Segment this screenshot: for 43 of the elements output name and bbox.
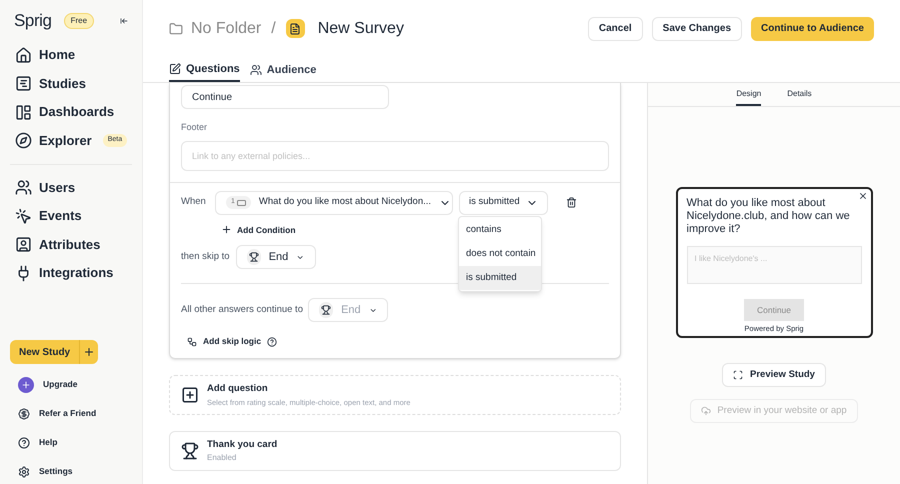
add-skip-logic-button[interactable]: Add skip logic <box>187 335 262 348</box>
select-field[interactable]: End <box>236 245 316 270</box>
add-condition-button[interactable]: Add Condition <box>221 224 296 236</box>
card-title: Thank you card <box>207 438 278 452</box>
preview-study-button[interactable]: Preview Study <box>722 363 826 388</box>
tab[interactable]: Questions <box>169 58 240 82</box>
nav-item[interactable]: Dashboards <box>8 99 134 125</box>
menu-option[interactable]: contains <box>459 218 541 242</box>
nav-item[interactable]: Events <box>8 203 134 229</box>
footer-link[interactable]: Refer a Friend <box>18 405 124 422</box>
tab[interactable]: Design <box>736 88 762 106</box>
footer-link[interactable]: Settings <box>18 463 124 480</box>
tab[interactable]: Audience <box>250 58 316 82</box>
header-button[interactable]: Save Changes <box>652 16 742 40</box>
menu-option[interactable]: is submitted <box>459 266 541 290</box>
tab[interactable]: Details <box>787 88 812 106</box>
skip-label: then skip to <box>181 250 230 264</box>
footer-label: Footer <box>181 121 208 134</box>
thank-you-card[interactable]: Thank you card Enabled <box>169 431 621 471</box>
menu-option[interactable]: does not contain <box>459 242 541 266</box>
operator-select[interactable]: is submitted <box>459 190 548 214</box>
header-button[interactable]: Continue to Audience <box>751 16 874 40</box>
new-study-button[interactable]: New Study <box>10 340 98 364</box>
answer-field[interactable]: I like Nicelydone's ... <box>686 246 862 284</box>
button-text-field[interactable]: Continue <box>181 85 389 109</box>
footer-link[interactable]: Help <box>18 434 124 451</box>
header-button[interactable]: Cancel <box>588 16 643 40</box>
footer-link[interactable]: Upgrade <box>18 376 124 393</box>
breadcrumb-separator: / <box>271 18 276 38</box>
when-label: When <box>181 195 207 210</box>
nav-item[interactable]: Attributes <box>8 232 134 258</box>
survey-question: What do you like most about Nicelydone.club, and how can we improve it? <box>686 197 851 236</box>
nav-item[interactable]: Integrations <box>8 260 134 286</box>
nav-item[interactable]: Studies <box>8 70 134 96</box>
nav-item[interactable]: Users <box>8 174 134 200</box>
card-subtitle: Enabled <box>207 452 238 464</box>
plan-badge: Free <box>64 13 94 29</box>
card-title: Add question <box>207 382 269 396</box>
nav-item[interactable]: Home <box>8 42 134 68</box>
survey-title: New Survey <box>318 18 404 38</box>
logo: Sprig <box>14 10 52 32</box>
other-answers-label: All other answers continue to <box>181 303 303 318</box>
footer-field[interactable]: Link to any external policies... <box>181 140 609 170</box>
